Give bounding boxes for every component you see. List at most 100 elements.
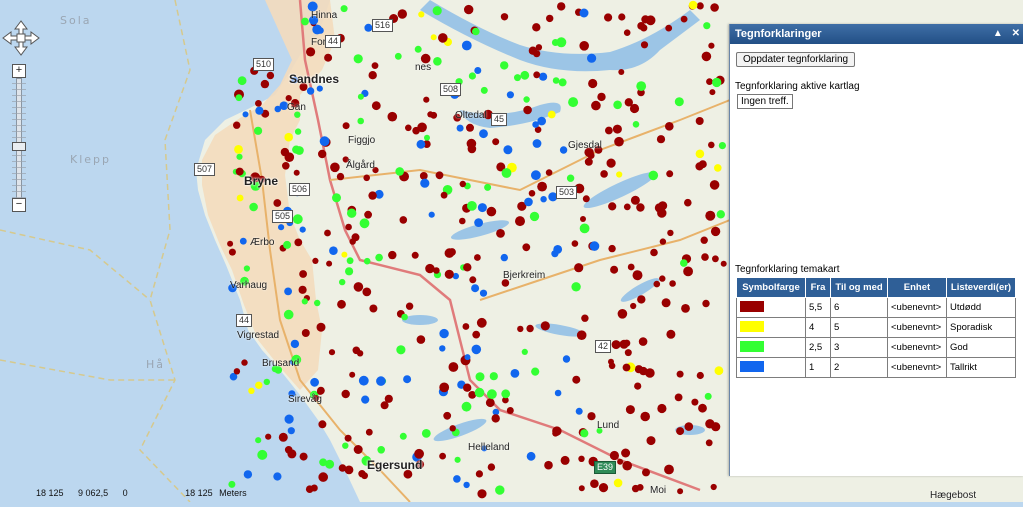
occurrence-dot[interactable] xyxy=(684,198,692,207)
occurrence-dot[interactable] xyxy=(591,100,601,111)
occurrence-dot[interactable] xyxy=(472,330,481,339)
occurrence-dot[interactable] xyxy=(622,460,632,471)
occurrence-dot[interactable] xyxy=(532,121,539,128)
close-icon[interactable]: ✕ xyxy=(1012,28,1020,39)
occurrence-dot[interactable] xyxy=(377,446,386,454)
occurrence-dot[interactable] xyxy=(718,142,727,150)
occurrence-dot[interactable] xyxy=(330,162,340,173)
occurrence-dot[interactable] xyxy=(640,411,650,422)
occurrence-dot[interactable] xyxy=(340,5,348,13)
occurrence-dot[interactable] xyxy=(480,86,488,94)
occurrence-dot[interactable] xyxy=(280,147,290,157)
occurrence-dot[interactable] xyxy=(319,136,330,147)
occurrence-dot[interactable] xyxy=(336,172,345,181)
occurrence-dot[interactable] xyxy=(228,248,236,256)
occurrence-dot[interactable] xyxy=(659,238,667,245)
occurrence-dot[interactable] xyxy=(299,226,306,233)
occurrence-dot[interactable] xyxy=(545,169,553,176)
occurrence-dot[interactable] xyxy=(700,236,708,244)
occurrence-dot[interactable] xyxy=(659,275,666,282)
occurrence-dot[interactable] xyxy=(394,52,402,60)
occurrence-dot[interactable] xyxy=(708,141,715,149)
occurrence-dot[interactable] xyxy=(463,263,472,272)
occurrence-dot[interactable] xyxy=(487,389,497,400)
occurrence-dot[interactable] xyxy=(704,392,712,400)
occurrence-dot[interactable] xyxy=(579,223,590,234)
occurrence-dot[interactable] xyxy=(587,412,596,421)
occurrence-dot[interactable] xyxy=(630,195,640,205)
occurrence-dot[interactable] xyxy=(709,89,716,96)
occurrence-dot[interactable] xyxy=(551,250,559,258)
occurrence-dot[interactable] xyxy=(227,240,234,247)
occurrence-dot[interactable] xyxy=(317,27,324,34)
pan-arrows-icon[interactable] xyxy=(2,20,40,56)
occurrence-dot[interactable] xyxy=(318,472,329,482)
occurrence-dot[interactable] xyxy=(540,321,550,331)
occurrence-dot[interactable] xyxy=(705,439,713,447)
occurrence-dot[interactable] xyxy=(584,157,593,166)
occurrence-dot[interactable] xyxy=(239,237,247,245)
occurrence-dot[interactable] xyxy=(361,472,368,480)
occurrence-dot[interactable] xyxy=(666,170,674,178)
occurrence-dot[interactable] xyxy=(243,265,250,272)
occurrence-dot[interactable] xyxy=(661,298,671,308)
occurrence-dot[interactable] xyxy=(257,449,268,460)
occurrence-dot[interactable] xyxy=(521,348,528,355)
occurrence-dot[interactable] xyxy=(368,191,377,200)
occurrence-dot[interactable] xyxy=(674,393,683,402)
occurrence-dot[interactable] xyxy=(278,432,288,442)
occurrence-dot[interactable] xyxy=(712,77,722,88)
occurrence-dot[interactable] xyxy=(318,149,327,159)
occurrence-dot[interactable] xyxy=(479,129,488,139)
occurrence-dot[interactable] xyxy=(403,375,412,384)
occurrence-dot[interactable] xyxy=(371,101,381,111)
occurrence-dot[interactable] xyxy=(617,309,628,319)
occurrence-dot[interactable] xyxy=(708,42,715,49)
occurrence-dot[interactable] xyxy=(627,263,635,271)
occurrence-dot[interactable] xyxy=(580,429,589,438)
occurrence-dot[interactable] xyxy=(624,349,632,357)
occurrence-dot[interactable] xyxy=(680,259,688,267)
occurrence-dot[interactable] xyxy=(621,448,631,458)
occurrence-dot[interactable] xyxy=(571,282,581,292)
occurrence-dot[interactable] xyxy=(371,62,379,69)
occurrence-dot[interactable] xyxy=(338,464,347,472)
occurrence-dot[interactable] xyxy=(500,253,508,262)
occurrence-dot[interactable] xyxy=(359,218,370,229)
occurrence-dot[interactable] xyxy=(506,91,514,99)
occurrence-dot[interactable] xyxy=(632,121,640,128)
occurrence-dot[interactable] xyxy=(683,266,693,277)
occurrence-dot[interactable] xyxy=(243,470,253,479)
occurrence-dot[interactable] xyxy=(255,100,262,107)
occurrence-dot[interactable] xyxy=(611,340,621,350)
occurrence-dot[interactable] xyxy=(363,174,371,182)
occurrence-dot[interactable] xyxy=(456,124,464,132)
occurrence-dot[interactable] xyxy=(339,278,346,286)
occurrence-dot[interactable] xyxy=(698,403,707,413)
occurrence-dot[interactable] xyxy=(341,389,350,399)
occurrence-dot[interactable] xyxy=(328,349,336,356)
occurrence-dot[interactable] xyxy=(714,366,724,376)
occurrence-dot[interactable] xyxy=(233,368,241,375)
occurrence-dot[interactable] xyxy=(469,276,477,284)
occurrence-dot[interactable] xyxy=(472,27,480,36)
occurrence-dot[interactable] xyxy=(254,126,263,135)
occurrence-dot[interactable] xyxy=(597,92,606,102)
occurrence-dot[interactable] xyxy=(523,105,532,115)
occurrence-dot[interactable] xyxy=(532,23,541,32)
occurrence-dot[interactable] xyxy=(676,370,684,378)
occurrence-dot[interactable] xyxy=(680,15,688,23)
occurrence-dot[interactable] xyxy=(710,226,721,237)
occurrence-dot[interactable] xyxy=(466,123,474,132)
occurrence-dot[interactable] xyxy=(667,229,674,237)
occurrence-dot[interactable] xyxy=(477,203,487,213)
occurrence-dot[interactable] xyxy=(526,451,536,461)
occurrence-dot[interactable] xyxy=(605,126,613,135)
occurrence-dot[interactable] xyxy=(515,216,525,227)
occurrence-dot[interactable] xyxy=(349,238,356,245)
occurrence-dot[interactable] xyxy=(579,8,589,18)
occurrence-dot[interactable] xyxy=(361,395,370,404)
occurrence-dot[interactable] xyxy=(624,98,633,107)
occurrence-dot[interactable] xyxy=(650,248,658,257)
occurrence-dot[interactable] xyxy=(590,479,599,489)
